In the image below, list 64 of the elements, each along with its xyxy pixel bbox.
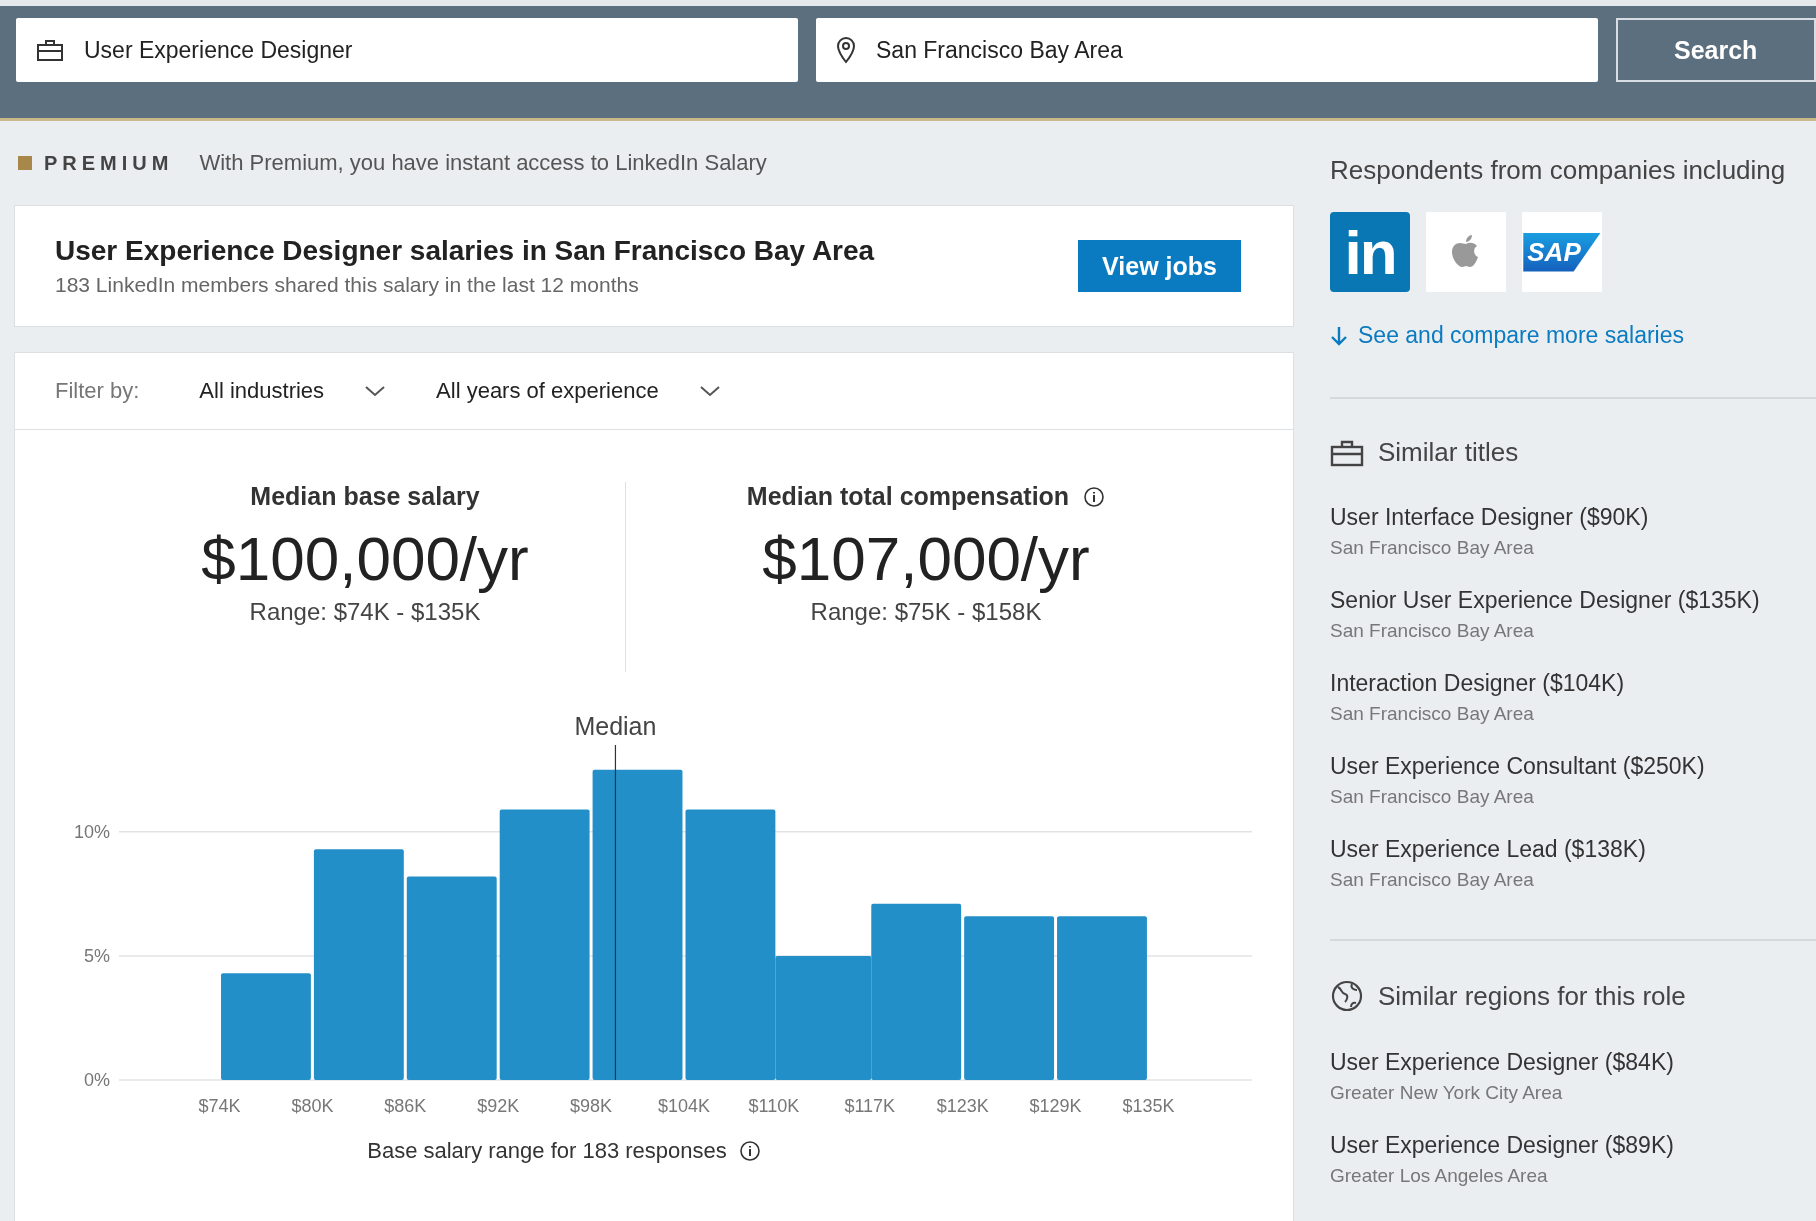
similar-title-link[interactable]: Senior User Experience Designer ($135K) <box>1330 587 1816 614</box>
filter-dropdown[interactable]: All years of experience <box>436 378 731 404</box>
stat-range: Range: $74K - $135K <box>248 598 482 626</box>
region-text: Greater Los Angeles Area <box>1330 1165 1549 1187</box>
similar-title-link[interactable]: User Experience Consultant ($250K) <box>1330 753 1816 780</box>
x-axis-label: $110K <box>748 1096 800 1116</box>
similar-title-link[interactable]: User Experience Lead ($138K) <box>1330 836 1816 863</box>
region-text: San Francisco Bay Area <box>1330 786 1535 808</box>
x-axis-label: $92K <box>477 1096 520 1116</box>
chevron-down-icon <box>698 385 721 397</box>
x-axis-label: $104K <box>657 1096 710 1116</box>
x-axis-label: $98K <box>570 1096 613 1116</box>
company-logo[interactable]: in <box>1330 212 1410 292</box>
region-text: San Francisco Bay Area <box>1330 703 1535 725</box>
x-axis-label: $129K <box>1029 1096 1082 1116</box>
y-axis-label: 5% <box>84 945 110 966</box>
info-icon[interactable] <box>738 1140 761 1162</box>
stat-value: $107,000/yr <box>761 523 1091 594</box>
x-axis-label: $117K <box>844 1096 896 1116</box>
x-axis-label: $123K <box>936 1096 989 1116</box>
respondents-heading: Respondents from companies including <box>1330 155 1787 186</box>
similar-title-link[interactable]: Interaction Designer ($104K) <box>1330 670 1816 697</box>
filter-dropdown[interactable]: All industries <box>199 378 397 404</box>
x-axis-label: $86K <box>384 1096 427 1116</box>
y-axis-label: 0% <box>84 1070 110 1090</box>
stat-range: Range: $75K - $158K <box>809 598 1043 626</box>
chart-caption: Base salary range for 183 responses <box>367 1138 727 1164</box>
stat-value: $100,000/yr <box>200 523 530 594</box>
similar-region-link[interactable]: User Experience Designer ($84K) <box>1330 1049 1816 1076</box>
chevron-down-icon <box>364 385 387 397</box>
x-axis-label: $74K <box>198 1096 241 1116</box>
location-pin-icon <box>836 36 856 64</box>
compare-salaries-link[interactable]: See and compare more salaries <box>1330 322 1816 349</box>
premium-icon <box>18 156 32 170</box>
filter-label: Filter by: <box>55 378 140 404</box>
x-axis-label: $135K <box>1122 1096 1175 1116</box>
arrow-down-icon <box>1330 324 1348 347</box>
keywords-field[interactable]: User Experience Designer <box>16 18 798 82</box>
company-logo[interactable] <box>1426 212 1506 292</box>
similar-region-link[interactable]: User Experience Designer ($89K) <box>1330 1132 1816 1159</box>
page-title: User Experience Designer salaries in San Francisco Bay Area <box>55 235 875 267</box>
location-field[interactable]: San Francisco Bay Area <box>816 18 1598 82</box>
stat-label: Median total compensation <box>746 482 1070 511</box>
region-text: San Francisco Bay Area <box>1330 620 1535 642</box>
section-heading: Similar titles <box>1378 437 1519 468</box>
region-text: San Francisco Bay Area <box>1330 869 1535 891</box>
briefcase-icon <box>1330 438 1364 467</box>
y-axis-label: 10% <box>73 821 110 842</box>
x-axis-label: $80K <box>291 1096 334 1116</box>
median-label: Median <box>574 712 657 740</box>
search-button[interactable]: Search <box>1616 18 1816 82</box>
globe-icon <box>1330 979 1364 1013</box>
info-icon[interactable] <box>1083 485 1106 508</box>
region-text: San Francisco Bay Area <box>1330 537 1535 559</box>
premium-label: PREMIUM <box>44 151 174 175</box>
view-jobs-button[interactable]: View jobs <box>1078 240 1241 292</box>
section-heading: Similar regions for this role <box>1378 980 1686 1012</box>
stat-label: Median base salary <box>250 482 480 511</box>
premium-message: With Premium, you have instant access to LinkedIn Salary <box>199 150 767 176</box>
briefcase-icon <box>36 38 64 62</box>
company-logo[interactable]: SAP <box>1522 212 1602 292</box>
page-subtitle: 183 LinkedIn members shared this salary in the last 12 months <box>55 273 640 297</box>
similar-title-link[interactable]: User Interface Designer ($90K) <box>1330 504 1816 531</box>
region-text: Greater New York City Area <box>1330 1082 1564 1104</box>
